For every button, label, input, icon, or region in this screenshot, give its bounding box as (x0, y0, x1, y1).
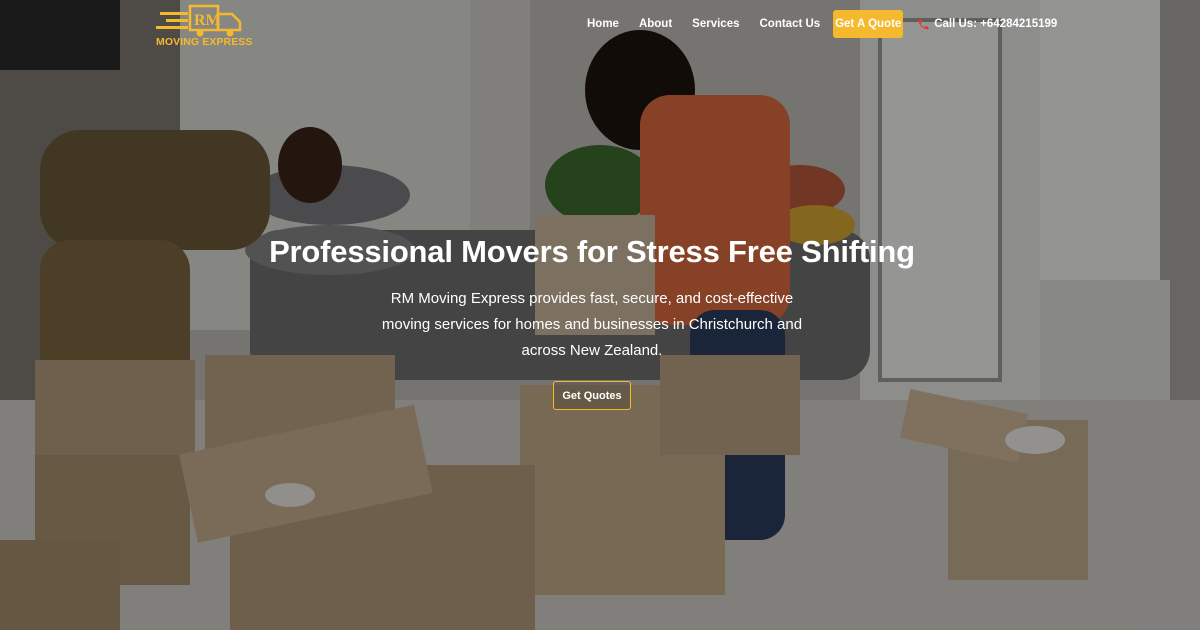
site-header: RM MOVING EXPRESS Home About Services Co… (0, 0, 1200, 48)
nav-link-services[interactable]: Services (692, 18, 739, 30)
phone-icon (917, 18, 930, 31)
nav-link-about[interactable]: About (639, 18, 672, 30)
main-navigation: Home About Services Contact Us Get A Quo… (587, 10, 1057, 38)
hero-content: Professional Movers for Stress Free Shif… (0, 230, 1184, 410)
brand-logo[interactable]: RM MOVING EXPRESS (154, 2, 258, 48)
truck-logo-icon: RM (156, 4, 242, 37)
nav-link-home[interactable]: Home (587, 18, 619, 30)
logo-monogram: RM (194, 12, 221, 29)
hero-cta-wrapper: Get Quotes (0, 381, 1184, 410)
brand-name: MOVING EXPRESS (156, 36, 253, 48)
nav-link-contact[interactable]: Contact Us (760, 18, 821, 30)
hero-headline: Professional Movers for Stress Free Shif… (269, 234, 915, 269)
call-us-link[interactable]: Call Us: +64284215199 (917, 18, 1057, 31)
hero-subtitle: RM Moving Express provides fast, secure,… (381, 290, 803, 359)
get-quotes-button[interactable]: Get Quotes (553, 381, 631, 410)
call-us-label: Call Us: +64284215199 (934, 18, 1058, 30)
hero-section: RM MOVING EXPRESS Home About Services Co… (0, 0, 1200, 630)
get-a-quote-button[interactable]: Get A Quote (833, 10, 904, 38)
